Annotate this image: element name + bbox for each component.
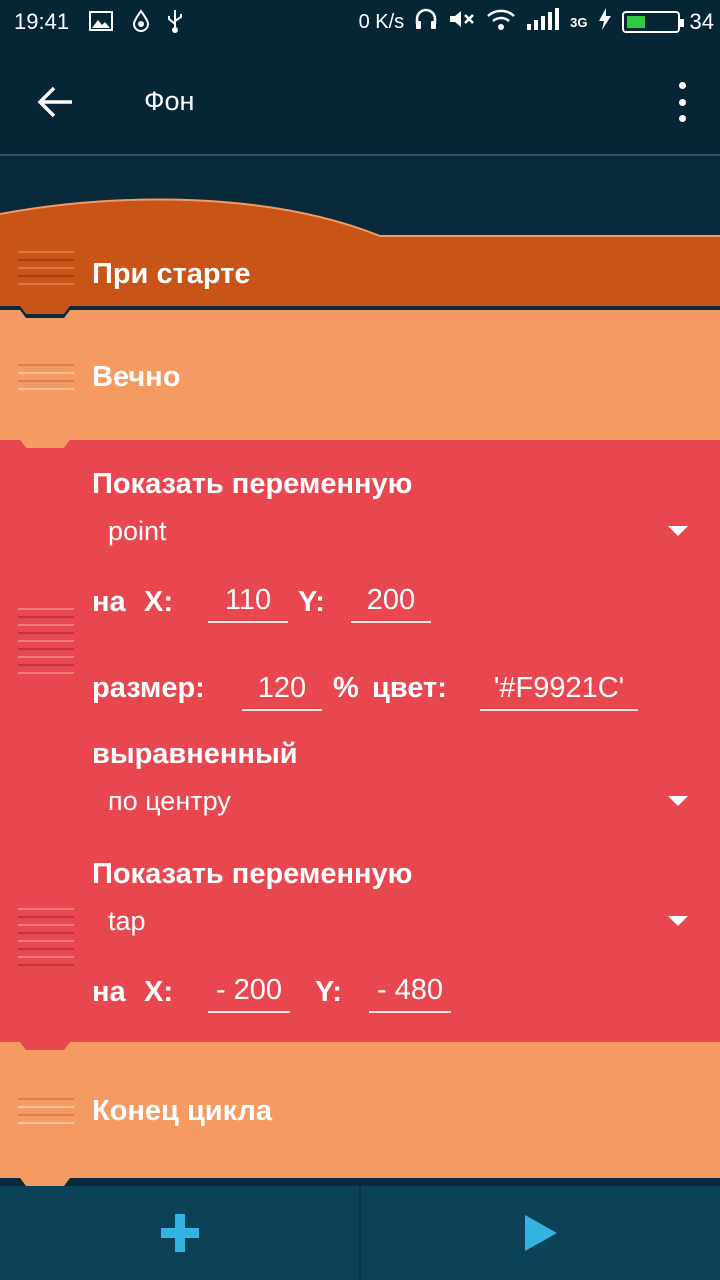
chevron-down-icon[interactable] [668,916,688,926]
chevron-down-icon[interactable] [668,526,688,536]
app-bar: Фон [0,44,720,156]
variable-dropdown[interactable]: point [108,516,167,547]
color-label: цвет: [372,672,447,704]
y-label: Y: [298,586,325,618]
battery-level: 34 [689,9,714,34]
size-label: размер: [92,672,205,704]
drag-handle[interactable] [18,1098,74,1130]
at-label: на [92,586,126,618]
mute-icon [448,8,476,36]
percent-label: % [333,672,359,704]
add-button[interactable] [0,1186,359,1280]
charging-icon [598,8,612,36]
play-button[interactable] [361,1186,720,1280]
x-input[interactable]: - 200 [208,974,290,1013]
plus-icon [160,1214,199,1252]
drag-handle[interactable] [18,251,74,291]
forever-label: Вечно [92,361,181,393]
variable-dropdown[interactable]: tap [108,906,146,937]
align-label: выравненный [92,738,298,770]
when-start-label: При старте [92,258,251,290]
show-variable-block-1[interactable]: Показать переменную point на X: 110 Y: 2… [0,446,720,831]
when-start-block[interactable]: При старте [0,236,720,316]
size-input[interactable]: 120 [242,672,322,711]
x-label: X: [144,586,173,618]
align-dropdown[interactable]: по центру [108,786,231,817]
x-input[interactable]: 110 [208,584,288,623]
color-input[interactable]: '#F9921C' [480,672,638,711]
drag-handle[interactable] [18,908,74,972]
end-loop-label: Конец цикла [92,1095,273,1127]
image-icon [88,8,114,34]
drag-handle[interactable] [18,364,74,396]
show-variable-block-2[interactable]: Показать переменную tap на X: - 200 Y: -… [0,836,720,1041]
end-loop-block[interactable]: Конец цикла [0,1048,720,1173]
bottom-bar [0,1186,720,1280]
arrow-left-icon[interactable] [36,82,76,122]
show-variable-title: Показать переменную [92,858,413,890]
script-canvas[interactable]: При старте Вечно Показать переменную poi… [0,156,720,1186]
net-speed: 0 K/s [358,10,405,33]
at-label: на [92,976,126,1008]
status-bar: 19:41 0 K/s 3G 34 [0,0,720,44]
forever-block[interactable]: Вечно [0,316,720,441]
y-label: Y: [315,976,342,1008]
y-input[interactable]: 200 [351,584,431,623]
headphones-icon [414,8,438,36]
status-right-group: 0 K/s 3G 34 [359,8,714,36]
more-vert-icon[interactable] [674,82,690,122]
battery-icon [621,11,684,33]
usb-icon [162,8,188,34]
play-icon [524,1215,557,1251]
network-type: 3G [570,14,588,30]
signal-icon [526,8,560,36]
y-input[interactable]: - 480 [369,974,451,1013]
wifi-icon [486,8,516,36]
status-time: 19:41 [14,9,70,34]
show-variable-title: Показать переменную [92,468,413,500]
x-label: X: [144,976,173,1008]
water-drop-icon [128,8,154,34]
page-title: Фон [144,86,195,116]
chevron-down-icon[interactable] [668,796,688,806]
drag-handle[interactable] [18,608,74,680]
